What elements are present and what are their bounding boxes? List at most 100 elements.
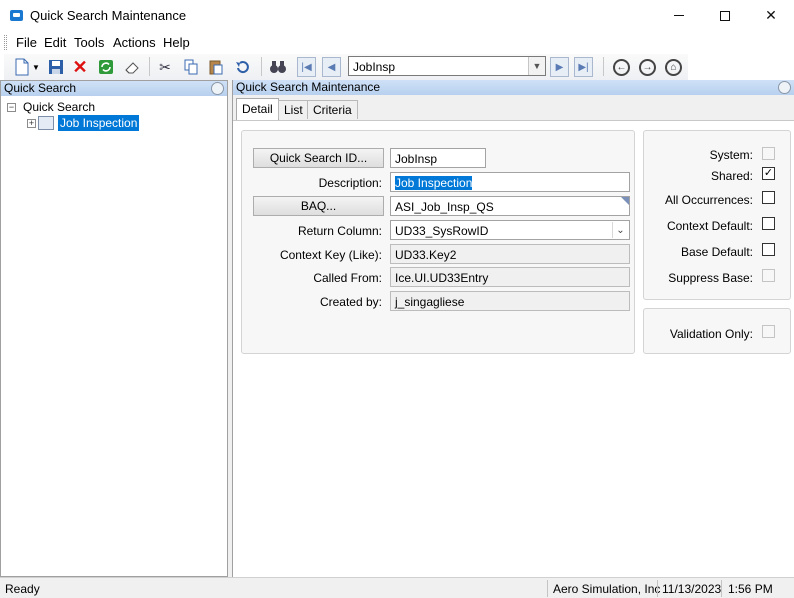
description-field[interactable]: Job Inspection	[390, 172, 630, 192]
toolbar: ▼ ✕ ✂ |◀ ◀ JobInsp ▼ ▶ ▶| ← → ⌂	[0, 53, 794, 80]
called-from-label: Called From:	[313, 271, 382, 285]
created-by-label: Created by:	[319, 295, 382, 309]
description-label: Description:	[318, 176, 382, 190]
all-occurrences-label: All Occurrences:	[664, 193, 753, 207]
tree-node-label: Job Inspection	[58, 115, 140, 131]
context-key-field: UD33.Key2	[390, 244, 630, 264]
tree-root-node[interactable]: − Quick Search	[7, 100, 95, 114]
quick-search-node-icon	[38, 116, 54, 130]
validation-only-label: Validation Only:	[669, 327, 753, 341]
next-record-button[interactable]: ▶	[550, 57, 569, 77]
minimize-button[interactable]	[656, 0, 702, 31]
suppress-base-checkbox	[762, 269, 775, 282]
previous-record-button[interactable]: ◀	[322, 57, 341, 77]
baq-button[interactable]: BAQ...	[253, 196, 384, 216]
expand-icon[interactable]: +	[27, 118, 36, 128]
back-button[interactable]: ←	[613, 59, 630, 76]
copy-icon	[184, 59, 198, 75]
menu-actions[interactable]: Actions	[113, 35, 156, 50]
status-company: Aero Simulation, Inc	[553, 582, 661, 596]
record-selector-combo[interactable]: JobInsp ▼	[348, 56, 546, 76]
tree-node-job-inspection[interactable]: + Job Inspection	[27, 115, 140, 131]
toolbar-separator	[261, 57, 262, 76]
menu-edit[interactable]: Edit	[44, 35, 66, 50]
refresh-icon	[99, 60, 113, 74]
tab-list[interactable]: List	[278, 100, 309, 119]
detail-panel-title: Quick Search Maintenance	[236, 80, 381, 94]
paste-icon	[209, 60, 223, 75]
all-occurrences-checkbox[interactable]	[762, 191, 775, 204]
tab-detail[interactable]: Detail	[236, 98, 279, 120]
save-button[interactable]	[46, 57, 66, 77]
system-label: System:	[709, 148, 753, 162]
minimize-icon	[674, 15, 684, 16]
menu-help[interactable]: Help	[163, 35, 190, 50]
pin-icon[interactable]	[211, 82, 224, 95]
shared-checkbox[interactable]: ✓	[762, 167, 775, 180]
delete-icon: ✕	[72, 56, 88, 77]
base-default-label: Base Default:	[680, 245, 753, 259]
called-from-field: Ice.UI.UD33Entry	[390, 267, 630, 287]
title-bar: Quick Search Maintenance ✕	[0, 0, 794, 31]
tree-panel: Quick Search − Quick Search + Job Inspec…	[0, 80, 228, 577]
status-text: Ready	[5, 582, 40, 596]
toolbar-separator	[149, 57, 150, 76]
binoculars-icon	[270, 61, 286, 73]
status-separator	[657, 580, 658, 597]
chevron-down-icon[interactable]: ⌄	[612, 222, 628, 238]
tree-root-label: Quick Search	[23, 100, 96, 114]
home-button[interactable]: ⌂	[665, 59, 682, 76]
shared-label: Shared:	[710, 169, 753, 183]
close-icon: ✕	[765, 7, 777, 23]
base-default-checkbox[interactable]	[762, 243, 775, 256]
new-dropdown-button[interactable]: ▼	[31, 57, 41, 77]
tree-panel-header: Quick Search	[1, 81, 227, 96]
search-button[interactable]	[268, 57, 288, 77]
toolbar-separator	[603, 57, 604, 76]
paste-button[interactable]	[206, 57, 226, 77]
status-separator	[721, 580, 722, 597]
pin-icon[interactable]	[778, 81, 791, 94]
return-column-label: Return Column:	[297, 224, 382, 238]
menu-tools[interactable]: Tools	[74, 35, 104, 50]
return-column-select[interactable]: UD33_SysRowID ⌄	[390, 220, 630, 240]
detail-tab-content: Quick Search ID... JobInsp Description: …	[233, 120, 794, 577]
undo-button[interactable]	[232, 57, 252, 77]
menu-grip	[4, 35, 7, 50]
cut-button[interactable]: ✂	[155, 57, 175, 77]
chevron-down-icon[interactable]: ▼	[528, 57, 545, 75]
home-icon: ⌂	[670, 62, 677, 73]
maximize-button[interactable]	[702, 0, 748, 31]
tab-criteria[interactable]: Criteria	[307, 100, 358, 119]
scissors-icon: ✂	[159, 58, 171, 75]
refresh-button[interactable]	[96, 57, 116, 77]
last-record-button[interactable]: ▶|	[574, 57, 593, 77]
menu-file[interactable]: File	[16, 35, 37, 50]
status-time: 1:56 PM	[728, 582, 773, 596]
context-default-label: Context Default:	[666, 219, 753, 233]
new-button[interactable]	[12, 57, 32, 77]
delete-button[interactable]: ✕	[70, 57, 90, 77]
checkmark-icon: ✓	[763, 167, 774, 179]
status-bar: Ready Aero Simulation, Inc 11/13/2023 1:…	[0, 577, 794, 598]
forward-button[interactable]: →	[639, 59, 656, 76]
close-button[interactable]: ✕	[748, 0, 794, 31]
description-value: Job Inspection	[395, 176, 473, 190]
first-record-button[interactable]: |◀	[297, 57, 316, 77]
menu-bar: File Edit Tools Actions Help	[0, 31, 794, 53]
chevron-down-icon: ▼	[32, 62, 40, 72]
collapse-icon[interactable]: −	[7, 102, 16, 112]
detail-panel-header: Quick Search Maintenance	[233, 80, 794, 95]
quick-search-id-field[interactable]: JobInsp	[390, 148, 486, 168]
quick-search-id-button[interactable]: Quick Search ID...	[253, 148, 384, 168]
copy-button[interactable]	[181, 57, 201, 77]
baq-field[interactable]: ASI_Job_Insp_QS	[390, 196, 630, 216]
new-document-icon	[15, 58, 29, 76]
record-selector-value: JobInsp	[353, 60, 396, 74]
context-default-checkbox[interactable]	[762, 217, 775, 230]
context-key-label: Context Key (Like):	[279, 248, 382, 262]
last-icon: ▶|	[578, 61, 589, 73]
created-by-field: j_singagliese	[390, 291, 630, 311]
clear-button[interactable]	[122, 57, 142, 77]
lookup-corner-icon	[621, 197, 629, 205]
